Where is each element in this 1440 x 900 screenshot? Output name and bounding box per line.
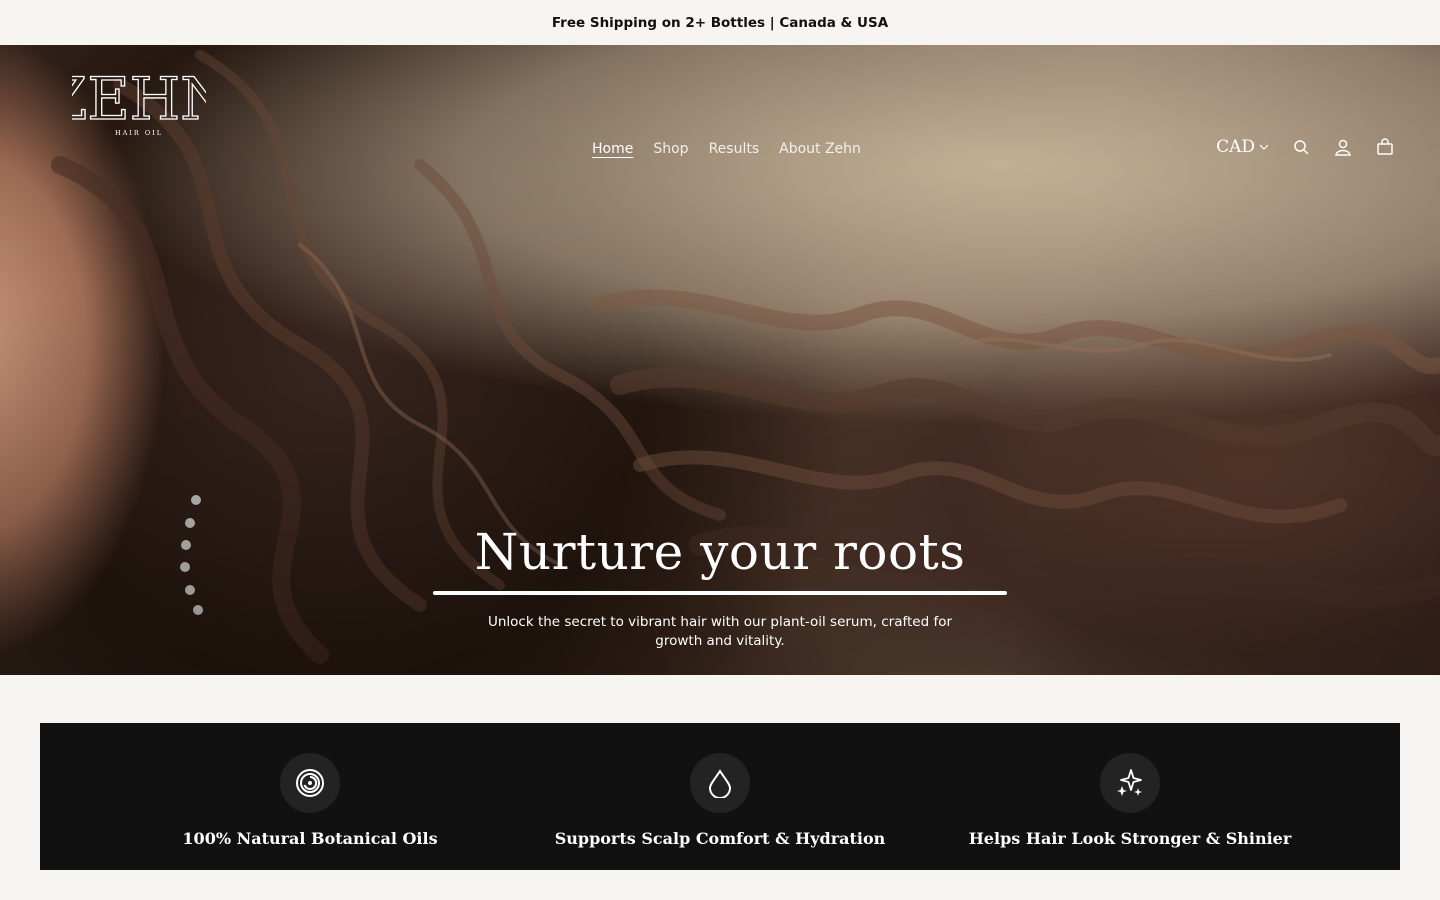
hero-subtitle: Unlock the secret to vibrant hair with o… (487, 614, 953, 649)
main-nav: Home Shop Results About Zehn (592, 141, 861, 157)
announcement-text: Free Shipping on 2+ Bottles | Canada & U… (551, 14, 889, 31)
feature-item: 100% Natural Botanical Oils (140, 723, 480, 870)
droplet-icon (690, 753, 750, 813)
hero-title: Nurture your roots (474, 523, 966, 581)
nav-about[interactable]: About Zehn (779, 141, 861, 157)
spiral-icon (280, 753, 340, 813)
cart-icon[interactable] (1375, 137, 1395, 157)
logo-subtitle: HAIR OIL (114, 129, 164, 137)
features-bar: 100% Natural Botanical Oils Supports Sca… (40, 723, 1400, 870)
feature-item: Helps Hair Look Stronger & Shinier (960, 723, 1300, 870)
feature-label: Helps Hair Look Stronger & Shinier (968, 829, 1292, 848)
hero-content: Nurture your roots Unlock the secret to … (0, 523, 1440, 651)
currency-selector[interactable]: CAD (1216, 137, 1269, 157)
nav-results[interactable]: Results (709, 141, 760, 157)
feature-item: Supports Scalp Comfort & Hydration (550, 723, 890, 870)
feature-label: Supports Scalp Comfort & Hydration (554, 829, 886, 848)
search-icon[interactable] (1291, 137, 1311, 157)
feature-label: 100% Natural Botanical Oils (182, 829, 438, 848)
sparkles-icon (1100, 753, 1160, 813)
currency-label: CAD (1216, 137, 1255, 157)
site-logo[interactable]: ZEHN HAIR OIL (72, 69, 206, 141)
hero-banner: ZEHN HAIR OIL Home Shop Results About Ze… (0, 45, 1440, 675)
announcement-bar: Free Shipping on 2+ Bottles | Canada & U… (0, 0, 1440, 45)
chevron-down-icon (1259, 137, 1269, 157)
account-icon[interactable] (1333, 137, 1353, 157)
svg-text:ZEHN: ZEHN (72, 69, 206, 127)
hero-divider (433, 591, 1007, 595)
nav-home[interactable]: Home (592, 141, 633, 157)
logo-mark: ZEHN (72, 69, 206, 127)
header-tools: CAD (1216, 137, 1395, 157)
nav-shop[interactable]: Shop (653, 141, 688, 157)
